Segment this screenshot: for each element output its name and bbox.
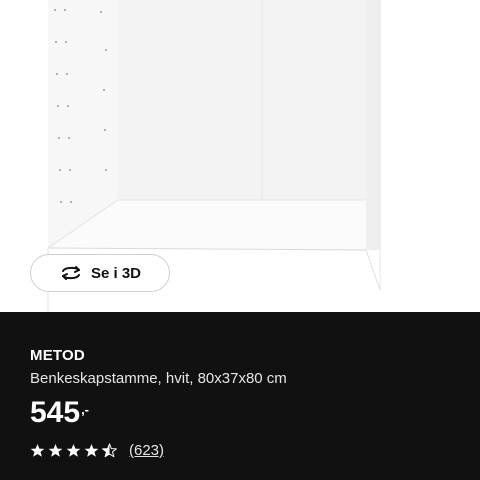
product-price: 545 ,- xyxy=(30,396,89,430)
rotate-3d-icon xyxy=(59,264,83,282)
view-in-3d-button[interactable]: Se i 3D xyxy=(30,254,170,292)
price-suffix: ,- xyxy=(81,402,90,417)
price-integer: 545 xyxy=(30,396,81,429)
star-full-icon xyxy=(48,443,63,457)
product-description: Benkeskapstamme, hvit, 80x37x80 cm xyxy=(30,370,287,387)
star-full-icon xyxy=(30,443,45,457)
view-in-3d-label: Se i 3D xyxy=(90,264,142,282)
star-full-icon xyxy=(66,443,81,457)
rating[interactable]: (623) xyxy=(30,442,164,459)
product-name[interactable]: METOD xyxy=(30,347,85,364)
product-info-panel: METOD Benkeskapstamme, hvit, 80x37x80 cm… xyxy=(0,312,480,480)
star-full-icon xyxy=(84,443,99,457)
product-image-area: Se i 3D xyxy=(0,0,480,312)
rating-stars xyxy=(30,443,117,458)
star-half-icon xyxy=(102,443,117,458)
review-count-link[interactable]: (623) xyxy=(129,442,164,459)
